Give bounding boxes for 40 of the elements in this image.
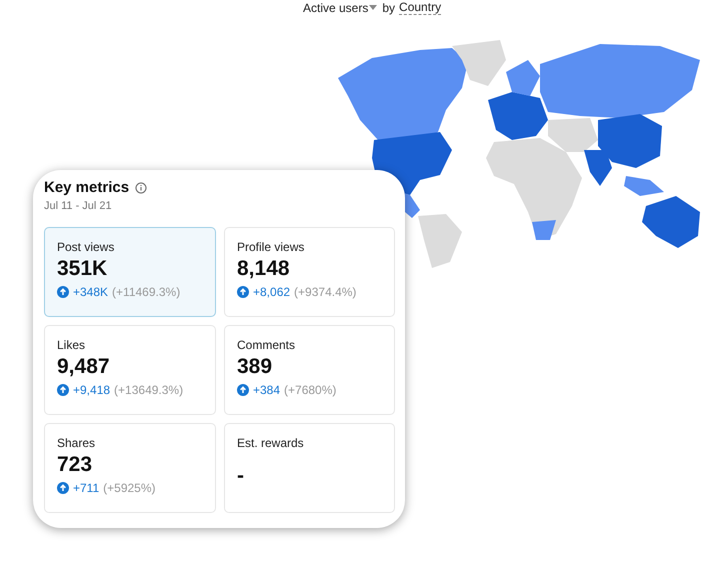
change-percent: (+7680%): [284, 383, 336, 397]
metric-tile[interactable]: Shares 723 +711 (+5925%): [44, 423, 216, 513]
metric-value: 389: [237, 355, 274, 379]
up-arrow-icon: [57, 384, 69, 396]
up-arrow-icon: [237, 384, 249, 396]
up-arrow-icon: [57, 286, 69, 298]
metric-dropdown[interactable]: Active users: [303, 0, 368, 14]
date-range: Jul 11 - Jul 21: [44, 200, 113, 212]
metric-value: 9,487: [57, 355, 111, 379]
metric-tile[interactable]: Post views 351K +348K (+11469.3%): [44, 227, 216, 317]
metric-label: Shares: [57, 436, 96, 450]
change-value: +8,062: [253, 285, 290, 299]
up-arrow-icon: [57, 482, 69, 494]
metric-label: Likes: [57, 338, 86, 352]
change-value: +711: [73, 481, 100, 495]
up-arrow-icon: [237, 286, 249, 298]
dimension-dropdown[interactable]: Country: [399, 0, 442, 15]
metric-value: 351K: [57, 257, 108, 281]
card-title: Key metrics: [44, 179, 130, 196]
metric-value: 8,148: [237, 257, 291, 281]
metric-label: Est. rewards: [237, 436, 305, 450]
change-percent: (+5925%): [103, 481, 156, 495]
metric-tile[interactable]: Comments 389 +384 (+7680%): [224, 325, 395, 415]
change-value: +384: [253, 383, 280, 397]
change-value: +348K: [73, 285, 108, 299]
info-icon[interactable]: [135, 182, 148, 194]
change-percent: (+9374.4%): [294, 285, 356, 299]
metric-label: Post views: [57, 240, 116, 254]
metric-tile[interactable]: Profile views 8,148 +8,062 (+9374.4%): [224, 227, 395, 317]
change-value: +9,418: [73, 383, 110, 397]
change-percent: (+11469.3%): [112, 285, 180, 299]
change-percent: (+13649.3%): [114, 383, 184, 397]
metric-value: -: [237, 464, 245, 488]
header-text: by: [382, 0, 396, 14]
metric-tile[interactable]: Est. rewards -: [224, 423, 395, 513]
metric-label: Comments: [237, 338, 296, 352]
metric-tile[interactable]: Likes 9,487 +9,418 (+13649.3%): [44, 325, 216, 415]
metric-value: 723: [57, 453, 94, 477]
metric-label: Profile views: [237, 240, 306, 254]
caret-icon[interactable]: [369, 5, 378, 10]
